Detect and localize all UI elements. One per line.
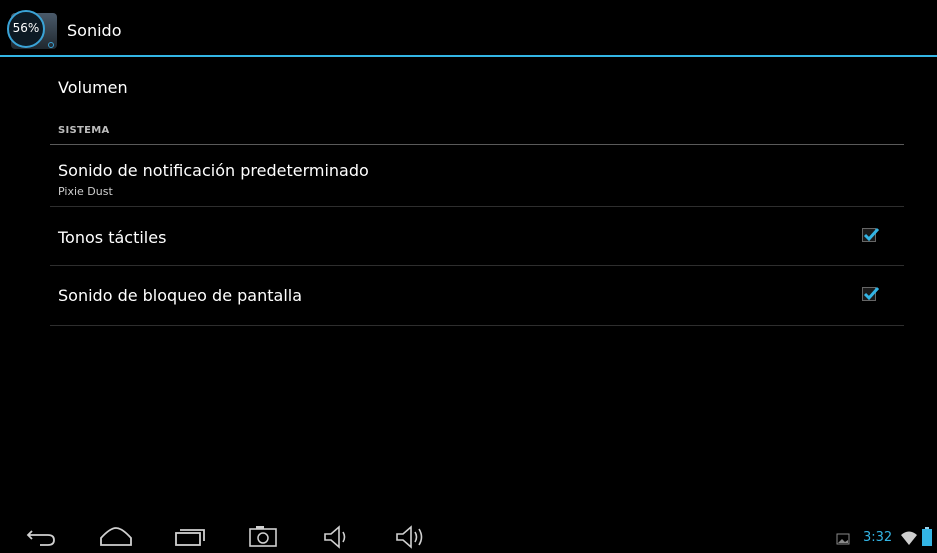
- touch-tones-setting[interactable]: Tonos táctiles: [58, 228, 166, 247]
- battery-icon: [922, 527, 932, 546]
- battery-percent-label: 56%: [12, 21, 40, 35]
- volume-down-icon[interactable]: [320, 513, 360, 553]
- status-time: 3:32: [863, 530, 893, 545]
- volume-setting[interactable]: Volumen: [58, 78, 128, 97]
- home-icon[interactable]: [98, 513, 138, 553]
- screenshot-icon[interactable]: [246, 513, 286, 553]
- wifi-icon: [901, 531, 917, 545]
- navigation-bar: [0, 513, 937, 553]
- volume-up-icon[interactable]: [392, 513, 432, 553]
- gallery-notification-icon: [836, 533, 850, 545]
- checkmark-icon: [863, 227, 879, 242]
- section-divider: [50, 144, 904, 145]
- indicator-dot-icon: [48, 42, 54, 48]
- list-divider: [50, 265, 904, 266]
- lock-sound-setting[interactable]: Sonido de bloqueo de pantalla: [58, 286, 302, 305]
- checkmark-icon: [863, 286, 879, 301]
- settings-app-icon[interactable]: 56%: [7, 9, 57, 49]
- action-bar-divider: [0, 55, 937, 57]
- recent-apps-icon[interactable]: [172, 513, 212, 553]
- lock-sound-checkbox[interactable]: [862, 286, 879, 301]
- list-divider: [50, 325, 904, 326]
- section-header-system: SISTEMA: [58, 125, 110, 136]
- list-divider: [50, 206, 904, 207]
- notification-sound-setting[interactable]: Sonido de notificación predeterminado: [58, 161, 369, 180]
- notification-sound-value: Pixie Dust: [58, 185, 113, 198]
- touch-tones-checkbox[interactable]: [862, 227, 879, 242]
- action-bar: 56% Sonido: [0, 0, 937, 55]
- back-icon[interactable]: [22, 513, 62, 553]
- page-title: Sonido: [67, 21, 122, 40]
